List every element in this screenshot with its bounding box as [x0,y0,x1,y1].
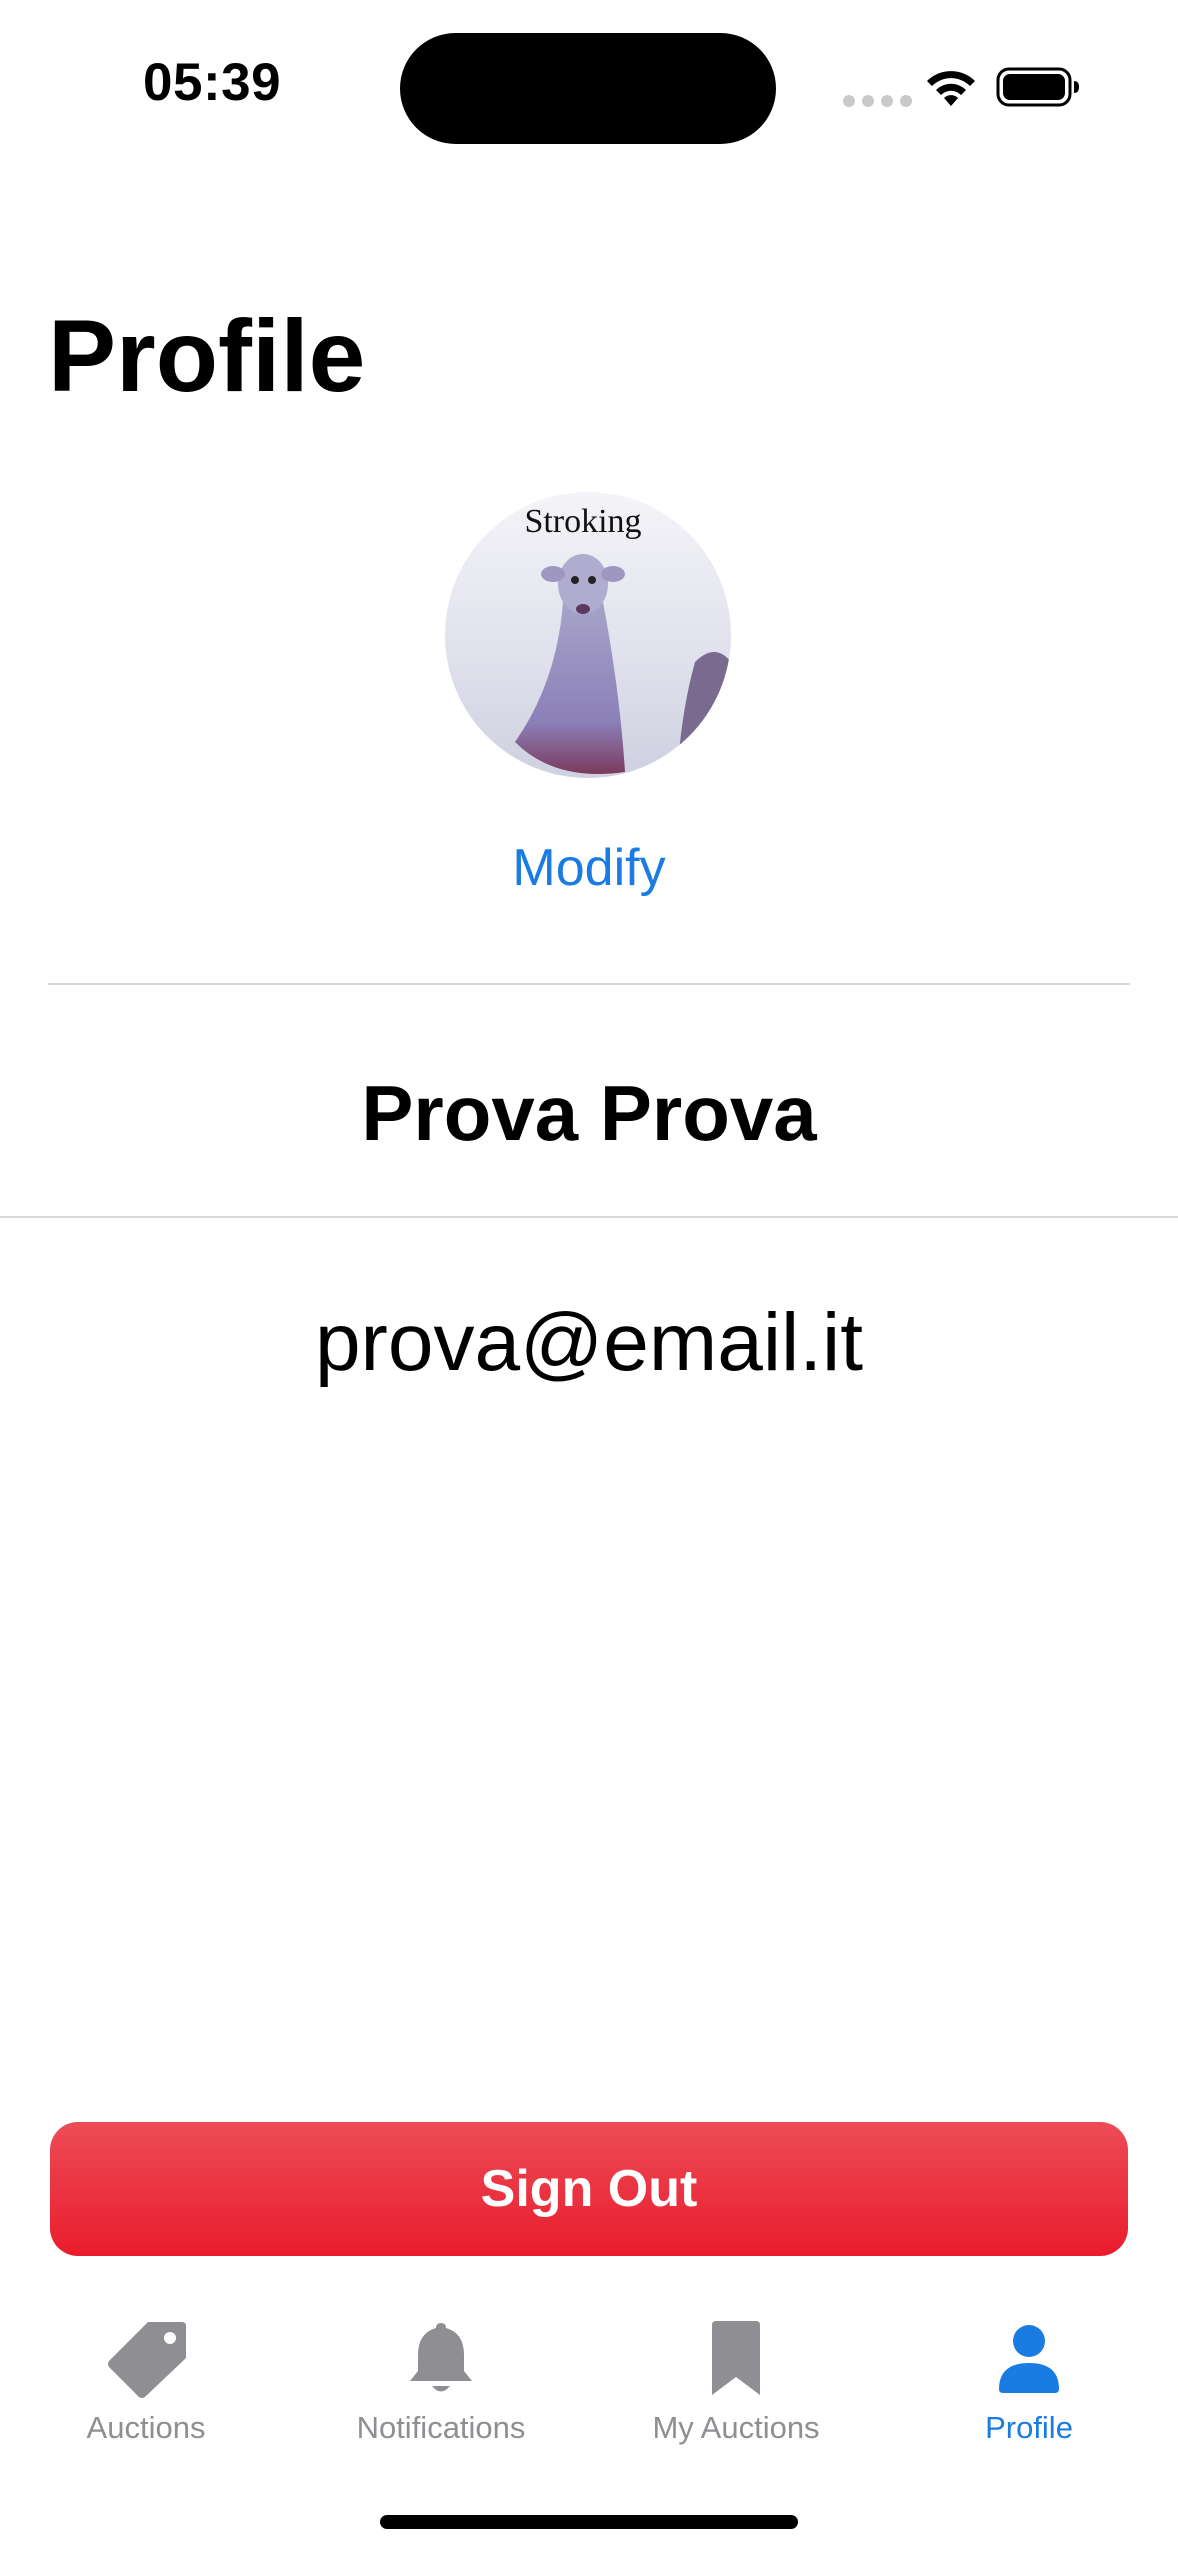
tab-my-auctions[interactable]: My Auctions [596,2318,876,2458]
modify-avatar-button[interactable]: Modify [0,838,1178,898]
tab-label: Auctions [86,2410,206,2445]
user-name: Prova Prova [361,1069,817,1157]
tab-label: Notifications [356,2410,526,2445]
bookmark-icon [691,2318,781,2398]
bell-icon [396,2318,486,2398]
wifi-icon [927,71,975,106]
page-title: Profile [48,299,366,413]
tab-notifications[interactable]: Notifications [301,2318,581,2458]
tab-auctions[interactable]: Auctions [6,2318,286,2458]
person-icon [984,2318,1074,2398]
avatar-image-text: Stroking [524,503,641,540]
cellular-signal-icon [843,95,912,107]
avatar: Stroking [445,492,731,778]
status-time: 05:39 [143,53,282,112]
user-email: prova@email.it [314,1297,864,1388]
tab-profile[interactable]: Profile [889,2318,1169,2458]
tag-icon [101,2318,191,2398]
divider [48,983,1130,985]
divider [0,1216,1178,1218]
tab-label: My Auctions [652,2410,820,2445]
home-indicator[interactable] [380,2515,798,2529]
dynamic-island [400,33,776,144]
sign-out-button[interactable]: Sign Out [50,2122,1128,2256]
battery-icon [996,67,1079,107]
tab-label: Profile [985,2410,1073,2445]
